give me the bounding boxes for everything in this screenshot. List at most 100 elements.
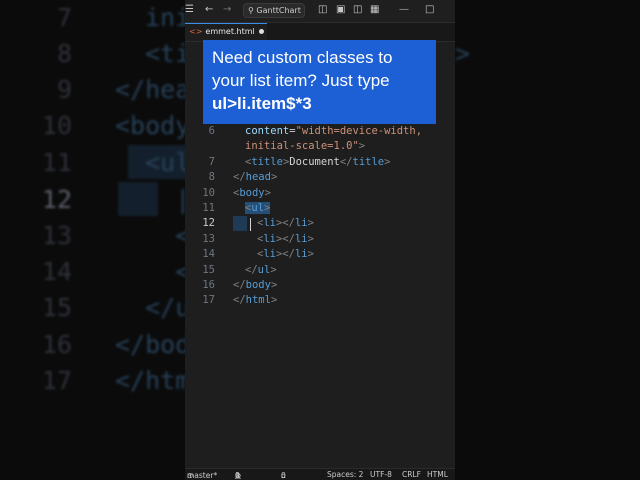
code-line[interactable]: 13 <li></li> [185, 232, 455, 248]
bg-line: 15 </u [41, 293, 191, 322]
toggle-panel-icon[interactable]: ▣ [336, 4, 345, 15]
code-token: > [270, 294, 278, 306]
line-number: 14 [202, 248, 215, 260]
command-center-search[interactable]: ⚲ GanttChart [243, 3, 305, 18]
code-line[interactable]: 15 </ul> [185, 263, 455, 279]
bg-line: 8 <ti [56, 39, 191, 68]
editor-window: ☰ ← → ⚲ GanttChart ◫ ▣ ◫ ▦ — □ <> emmet.h… [185, 0, 455, 480]
code-token: title [251, 156, 283, 168]
code-token: </ [233, 279, 246, 291]
code-token: body [239, 187, 265, 199]
code-token: </ [233, 171, 246, 183]
line-source: initial-scale=1.0"> [245, 139, 365, 155]
search-label: GanttChart [256, 6, 301, 15]
code-token: head [245, 171, 271, 183]
code-token: li [263, 233, 276, 245]
bg-line: 12 | [41, 185, 191, 214]
line-source: </ul> [245, 263, 277, 279]
forward-arrow-icon[interactable]: → [223, 4, 231, 15]
code-token: > [358, 140, 366, 152]
line-source: <body> [233, 186, 271, 202]
line-number: 8 [208, 171, 215, 183]
bg-line: 9 </hea [56, 75, 191, 104]
code-token: li [294, 233, 308, 245]
line-source: </head> [233, 170, 277, 186]
code-token: ul [251, 202, 264, 214]
line-source: <ul> [245, 201, 271, 217]
code-token: content [245, 125, 290, 137]
code-token: ></ [275, 233, 295, 245]
tip-callout: Need custom classes to your list item? J… [203, 40, 436, 124]
code-token: initial-scale=1.0" [245, 140, 359, 152]
code-token: > [264, 187, 271, 199]
status-bar: master* ⊙ ⊗ 0 △ 0 ⌂ 0 Spaces: 2 UTF-8 CR… [185, 468, 455, 480]
code-token: ></ [275, 248, 295, 260]
line-number: 12 [202, 217, 215, 229]
code-token: > [307, 233, 314, 245]
bg-line: 14 < [41, 257, 191, 286]
tab-filename: emmet.html [205, 27, 255, 36]
menu-icon[interactable]: ☰ [185, 4, 194, 15]
code-line[interactable]: 14 <li></li> [185, 247, 455, 263]
code-token: </ [233, 294, 246, 306]
code-token: </ [339, 156, 353, 168]
line-number: 11 [202, 202, 215, 214]
html-file-icon: <> [189, 27, 203, 36]
code-token: ></ [275, 217, 295, 229]
toggle-primary-sidebar-icon[interactable]: ◫ [318, 4, 327, 15]
minimize-icon[interactable]: — [399, 4, 409, 15]
tab-emmet-html[interactable]: <> emmet.html [185, 23, 267, 41]
code-token: > [270, 264, 277, 276]
line-number: 7 [208, 156, 215, 168]
code-token: li [263, 248, 276, 260]
line-source: content="width=device-width, [245, 124, 422, 140]
code-line[interactable]: 10 <body> [185, 186, 455, 202]
code-token: > [270, 279, 278, 291]
code-line[interactable]: 7 <title>Document</title> [185, 155, 455, 171]
search-icon: ⚲ [248, 6, 254, 15]
customize-layout-icon[interactable]: ▦ [370, 4, 379, 15]
code-token: ul [257, 264, 271, 276]
line-source: </html> [233, 293, 277, 309]
code-token: html [245, 294, 271, 306]
code-line[interactable]: 6 content="width=device-width, [185, 124, 455, 140]
code-line[interactable]: 17 </html> [185, 293, 455, 309]
code-token: > [384, 156, 391, 168]
text-cursor [250, 218, 251, 231]
code-token: body [245, 279, 271, 291]
line-number: 15 [202, 264, 215, 276]
code-token: > [270, 171, 278, 183]
code-token: "width=device-width, [295, 125, 423, 137]
bg-line: 11 <ul [41, 148, 191, 177]
line-number: 13 [202, 233, 215, 245]
maximize-icon[interactable]: □ [425, 4, 434, 15]
code-token: title [352, 156, 385, 168]
code-line[interactable]: initial-scale=1.0"> [185, 139, 455, 155]
unsaved-dot-icon [258, 29, 264, 34]
line-source: </body> [233, 278, 277, 294]
callout-line-1: Need custom classes to [212, 48, 393, 67]
title-bar: ☰ ← → ⚲ GanttChart ◫ ▣ ◫ ▦ — □ [185, 0, 455, 23]
code-line[interactable]: 11 <ul> [185, 201, 455, 217]
line-number: 10 [202, 187, 215, 199]
bg-line: 7 ini [56, 3, 191, 32]
line-source: <li></li> [257, 247, 314, 263]
code-line[interactable]: 12 <li></li> [185, 216, 455, 232]
toggle-secondary-sidebar-icon[interactable]: ◫ [353, 4, 362, 15]
code-line[interactable]: 16 </body> [185, 278, 455, 294]
code-token: Document [289, 156, 340, 168]
back-arrow-icon[interactable]: ← [205, 4, 213, 15]
status-language[interactable]: HTML [427, 470, 448, 479]
code-line[interactable]: 8 </head> [185, 170, 455, 186]
code-token: > [307, 217, 314, 229]
status-encoding[interactable]: UTF-8 [370, 470, 392, 479]
bg-line: 17 </htm [41, 366, 191, 395]
status-eol[interactable]: CRLF [402, 470, 421, 479]
code-token: li [294, 248, 308, 260]
code-token: > [307, 248, 314, 260]
bg-line: 13 < [41, 221, 191, 250]
sync-icon: ⊙ [187, 471, 194, 480]
status-indentation[interactable]: Spaces: 2 [327, 470, 363, 479]
line-source: <li></li> [257, 232, 314, 248]
bg-line: 16 </bod [41, 330, 191, 359]
